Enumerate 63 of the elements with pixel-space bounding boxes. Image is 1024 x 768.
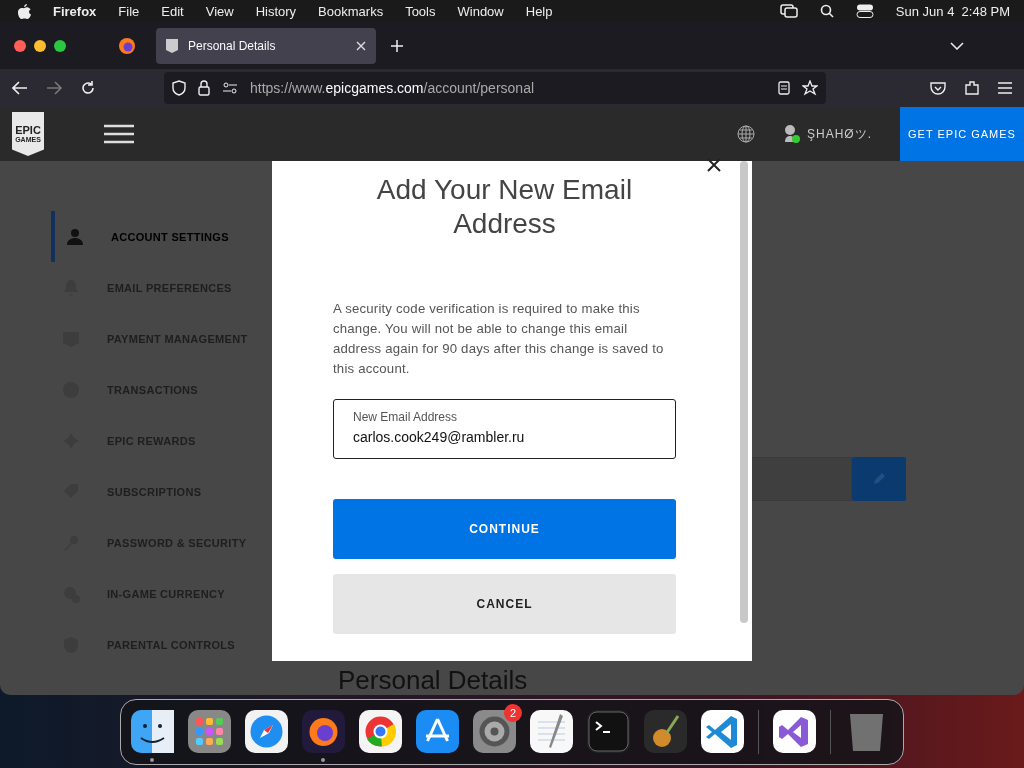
reload-icon[interactable] <box>80 80 96 97</box>
menu-item[interactable]: Bookmarks <box>318 3 384 19</box>
clock: Sun Jun 4 2:48 PM <box>895 3 1010 19</box>
menu-item[interactable]: Edit <box>161 3 184 19</box>
guitar-icon[interactable] <box>644 710 687 753</box>
app-grid-icon[interactable] <box>188 710 231 753</box>
menu-item[interactable]: View <box>205 3 234 19</box>
visual-studio-icon[interactable] <box>773 710 816 753</box>
notepad-pen-icon[interactable] <box>530 710 573 753</box>
lock-icon <box>198 80 210 97</box>
dialog-message: A security code verification is required to make this change. You will not be able to change this email address again for 90 days after this change is saved to this account. <box>333 300 665 378</box>
terminal-icon[interactable] <box>587 710 630 753</box>
email-input[interactable]: carlos.cook249@rambler.ru <box>353 429 656 445</box>
input-field[interactable] <box>750 457 852 501</box>
pocket-icon[interactable] <box>930 81 946 96</box>
browser-tab[interactable]: Personal Details <box>156 27 376 64</box>
windows-icon[interactable] <box>779 4 798 18</box>
gear-icon[interactable] <box>473 710 516 753</box>
back-icon[interactable] <box>12 81 28 96</box>
code-editor-icon[interactable] <box>701 710 744 753</box>
pencil-icon <box>872 472 886 486</box>
dialog-title: Add Your New Email Address <box>375 173 634 241</box>
address-bar[interactable]: https://www.epicgames.com/account/personal <box>164 72 826 105</box>
chevron-down-icon[interactable] <box>950 41 964 50</box>
app-menu[interactable]: Firefox <box>53 3 97 19</box>
forward-icon[interactable] <box>46 81 62 96</box>
fox-globe-icon[interactable] <box>302 710 345 753</box>
star-icon[interactable] <box>802 80 818 97</box>
puzzle-icon[interactable] <box>964 80 980 97</box>
chrome-icon[interactable] <box>359 710 402 753</box>
globe-icon[interactable] <box>737 125 755 143</box>
menu-item[interactable]: File <box>118 3 140 19</box>
app-store-icon[interactable] <box>416 710 459 753</box>
continue-button[interactable]: CONTINUE <box>333 499 676 559</box>
user-name[interactable]: ŞHAHØツ. <box>807 125 872 143</box>
cancel-button[interactable]: CANCEL <box>333 574 676 634</box>
close-icon[interactable] <box>356 40 366 51</box>
site-favicon <box>166 38 178 53</box>
menu-icon[interactable] <box>104 124 134 144</box>
firefox-icon[interactable] <box>118 36 136 55</box>
close-window-button[interactable] <box>14 39 26 52</box>
search-icon[interactable] <box>819 4 834 18</box>
user-icon[interactable] <box>783 124 801 144</box>
get-epic-games-button[interactable]: GET EPIC GAMES <box>900 107 1024 161</box>
shield-icon <box>172 80 186 97</box>
menu-item[interactable]: Help <box>525 3 553 19</box>
compass-icon[interactable] <box>245 710 288 753</box>
apple-icon[interactable] <box>18 3 31 19</box>
minimize-window-button[interactable] <box>34 39 46 52</box>
menu-icon[interactable] <box>998 82 1012 95</box>
email-field[interactable]: New Email Address carlos.cook249@rambler.ru <box>333 399 676 459</box>
toggles-icon[interactable] <box>855 4 874 18</box>
smiling-face-icon[interactable] <box>131 710 174 753</box>
permissions-icon <box>222 82 238 95</box>
notification-badge: 2 <box>504 704 522 722</box>
menu-item[interactable]: History <box>255 3 297 19</box>
person-icon <box>65 226 85 247</box>
menu-item[interactable]: Tools <box>405 3 436 19</box>
plus-icon[interactable] <box>390 38 404 53</box>
menu-item[interactable]: Window <box>457 3 504 19</box>
zoom-window-button[interactable] <box>54 39 66 52</box>
reader-view-icon[interactable] <box>778 81 790 96</box>
scrollbar[interactable] <box>740 161 748 623</box>
